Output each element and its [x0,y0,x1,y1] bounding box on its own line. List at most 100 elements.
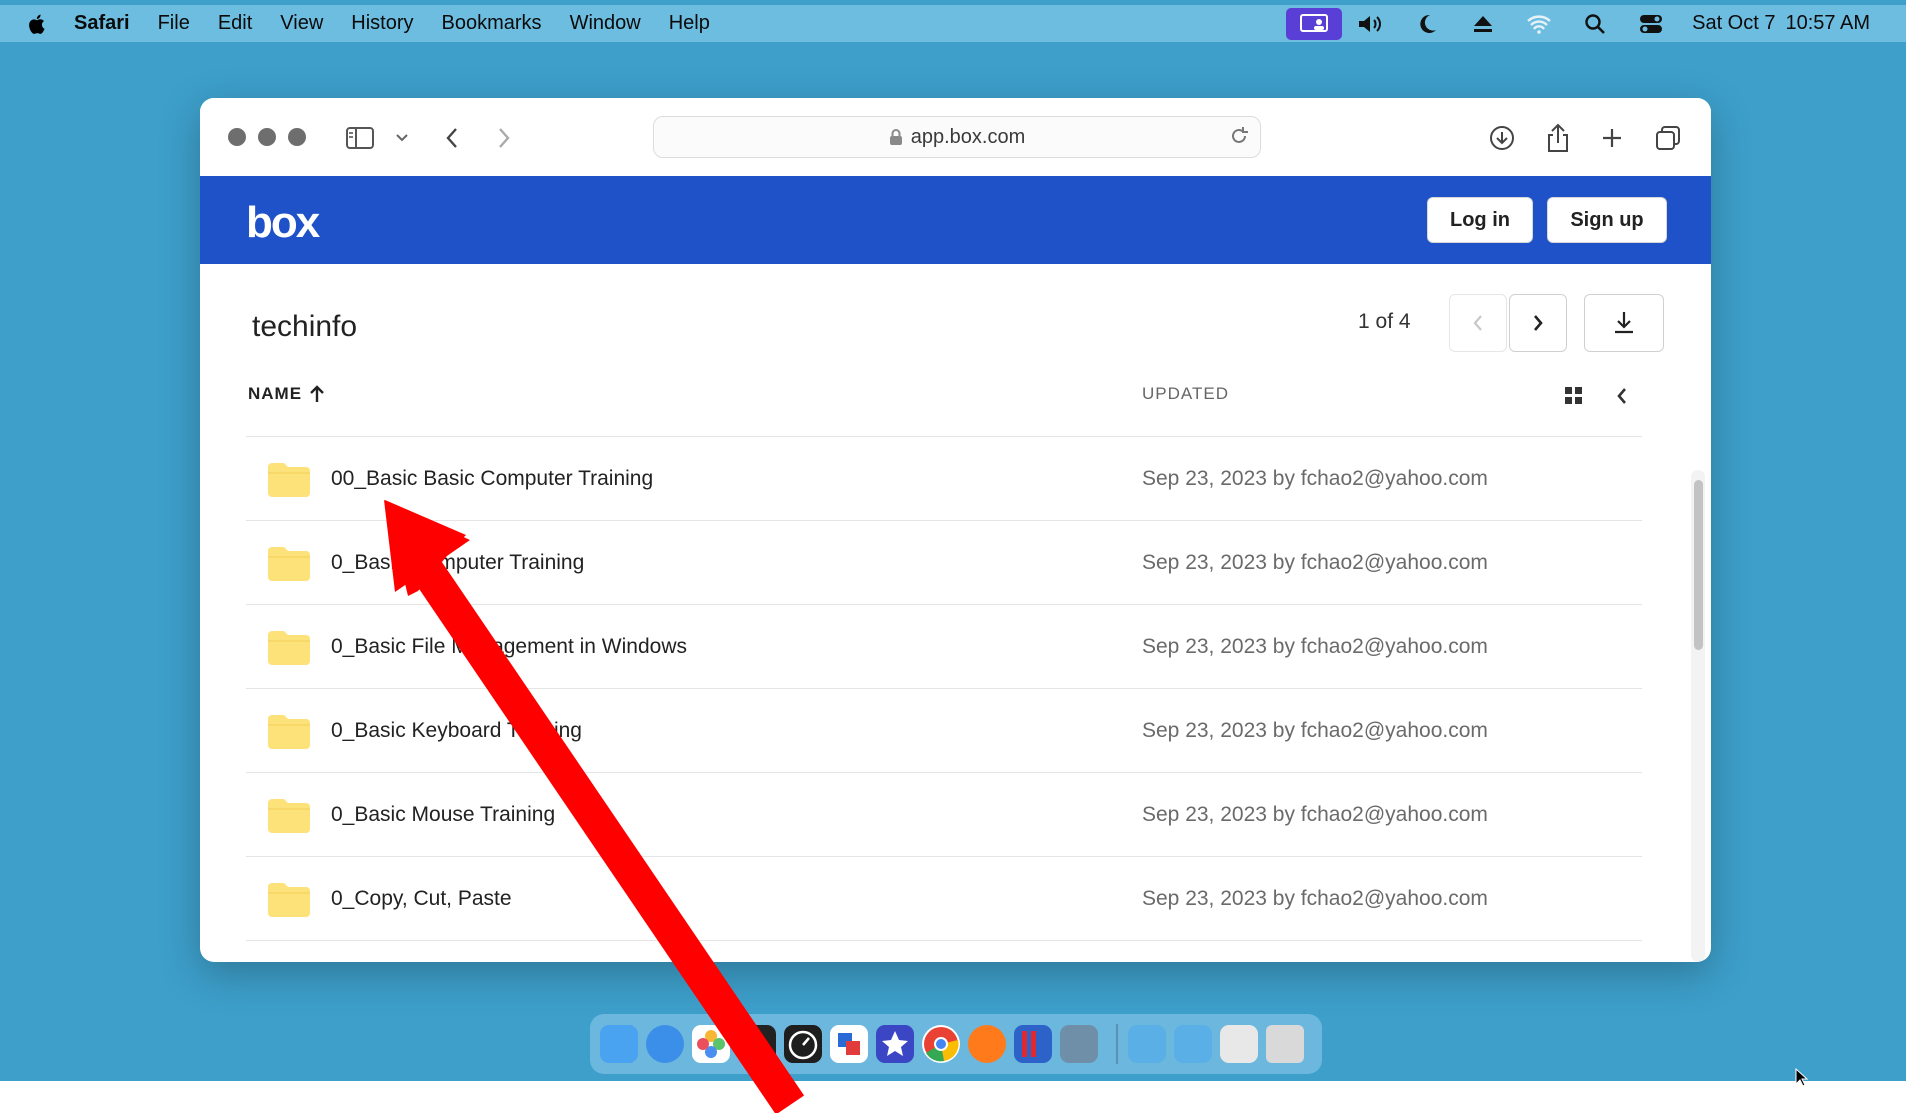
row-name[interactable]: 0_Basic Mouse Training [331,803,555,827]
folder-icon [268,799,310,833]
table-row[interactable]: 0_Basic File Management in Windows Sep 2… [246,605,1642,689]
new-tab-icon[interactable] [1594,120,1630,156]
folder-icon [268,715,310,749]
dock [590,1014,1322,1074]
safari-window: app.box.com box Log in Sign up techinfo … [200,98,1711,962]
menu-history[interactable]: History [351,12,413,35]
file-list: 00_Basic Basic Computer Training Sep 23,… [246,437,1642,941]
row-updated: Sep 23, 2023 by fchao2@yahoo.com [1142,550,1488,574]
download-icon[interactable] [1484,120,1520,156]
browser-toolbar: app.box.com [200,98,1711,176]
dock-separator [1116,1024,1118,1064]
updated-column-header[interactable]: UPDATED [1142,384,1229,404]
applications-folder-icon[interactable] [1174,1025,1212,1063]
name-column-label: NAME [248,384,303,403]
tab-overview-icon[interactable] [1650,120,1686,156]
menu-view[interactable]: View [280,12,323,35]
speedometer-icon[interactable] [784,1025,822,1063]
menu-file[interactable]: File [158,12,190,35]
forward-icon[interactable] [486,120,522,156]
row-updated: Sep 23, 2023 by fchao2@yahoo.com [1142,802,1488,826]
prev-page-button[interactable] [1449,294,1507,352]
eject-icon[interactable] [1468,12,1498,36]
clock-date: Sat Oct 7 [1692,12,1776,34]
search-icon[interactable] [1580,12,1610,36]
moon-icon[interactable] [1412,12,1442,36]
next-page-button[interactable] [1509,294,1567,352]
window-controls [228,128,306,146]
activity-monitor-icon[interactable] [738,1025,776,1063]
download-folder-button[interactable] [1584,294,1664,352]
menu-edit[interactable]: Edit [218,12,252,35]
grid-view-icon[interactable] [1564,386,1584,411]
control-center-icon[interactable] [1636,12,1666,36]
menu-safari[interactable]: Safari [74,12,130,35]
pagination-text: 1 of 4 [1358,310,1411,333]
photos-icon[interactable] [692,1025,730,1063]
firefox-icon[interactable] [968,1025,1006,1063]
row-updated: Sep 23, 2023 by fchao2@yahoo.com [1142,466,1488,490]
share-icon[interactable] [1540,120,1576,156]
table-row[interactable]: 00_Basic Basic Computer Training Sep 23,… [246,437,1642,521]
table-row[interactable]: 0_Basic Mouse Training Sep 23, 2023 by f… [246,773,1642,857]
chevron-down-icon[interactable] [384,120,420,156]
finder-icon[interactable] [600,1025,638,1063]
row-name[interactable]: 0_Copy, Cut, Paste [331,887,512,911]
row-name[interactable]: 0_Basic Computer Training [331,551,584,575]
menu-window[interactable]: Window [570,12,641,35]
row-name[interactable]: 00_Basic Basic Computer Training [331,467,653,491]
folder-content: techinfo 1 of 4 NAME UPDATED 00_Basic Ba… [200,264,1711,962]
download-icon [1615,312,1633,334]
minimize-window-button[interactable] [258,128,276,146]
chrome-icon[interactable] [922,1025,960,1063]
close-window-button[interactable] [228,128,246,146]
reload-icon[interactable] [1228,125,1250,147]
apple-icon[interactable] [26,13,46,35]
menu-bar: Safari File Edit View History Bookmarks … [0,5,1906,42]
wifi-icon[interactable] [1524,12,1554,36]
box-header: box Log in Sign up [200,176,1711,264]
status-area: Sat Oct 7 10:57 AM [1286,5,1906,42]
chevron-right-icon [1534,315,1543,331]
row-name[interactable]: 0_Basic File Management in Windows [331,635,687,659]
scrollbar-thumb[interactable] [1694,480,1703,650]
remote-desktop-icon[interactable] [830,1025,868,1063]
trash-icon[interactable] [1266,1025,1304,1063]
screen-share-icon[interactable] [1286,7,1343,40]
menu-clock[interactable]: Sat Oct 7 10:57 AM [1692,12,1870,35]
address-bar[interactable]: app.box.com [653,116,1261,158]
parallels-icon[interactable] [1014,1025,1052,1063]
row-updated: Sep 23, 2023 by fchao2@yahoo.com [1142,634,1488,658]
login-button[interactable]: Log in [1427,197,1533,243]
safari-icon[interactable] [646,1025,684,1063]
menu-help[interactable]: Help [669,12,710,35]
table-row[interactable]: 0_Basic Keyboard Training Sep 23, 2023 b… [246,689,1642,773]
name-column-header[interactable]: NAME [248,384,326,404]
sidebar-toggle-icon[interactable] [342,120,378,156]
volume-icon[interactable] [1356,12,1386,36]
virtualbox-icon[interactable] [1060,1025,1098,1063]
box-logo[interactable]: box [246,198,320,248]
zoom-window-button[interactable] [288,128,306,146]
row-updated: Sep 23, 2023 by fchao2@yahoo.com [1142,718,1488,742]
row-name[interactable]: 0_Basic Keyboard Training [331,719,582,743]
downloads-folder-icon[interactable] [1128,1025,1166,1063]
folder-icon [268,463,310,497]
imovie-star-icon[interactable] [876,1025,914,1063]
url-text: app.box.com [910,125,1026,148]
menu-bookmarks[interactable]: Bookmarks [442,12,542,35]
back-icon[interactable] [434,120,470,156]
lock-icon [889,129,902,145]
chevron-left-icon [1473,315,1482,331]
page-title: techinfo [252,310,358,343]
sort-ascending-icon [310,385,324,402]
chevron-left-icon[interactable] [1614,385,1630,412]
folder-icon [268,547,310,581]
mouse-cursor-icon [1795,1068,1809,1087]
clock-time: 10:57 AM [1785,12,1870,34]
table-row[interactable]: 0_Copy, Cut, Paste Sep 23, 2023 by fchao… [246,857,1642,941]
screenshot-stack-icon[interactable] [1220,1025,1258,1063]
signup-button[interactable]: Sign up [1547,197,1667,243]
row-updated: Sep 23, 2023 by fchao2@yahoo.com [1142,886,1488,910]
table-row[interactable]: 0_Basic Computer Training Sep 23, 2023 b… [246,521,1642,605]
